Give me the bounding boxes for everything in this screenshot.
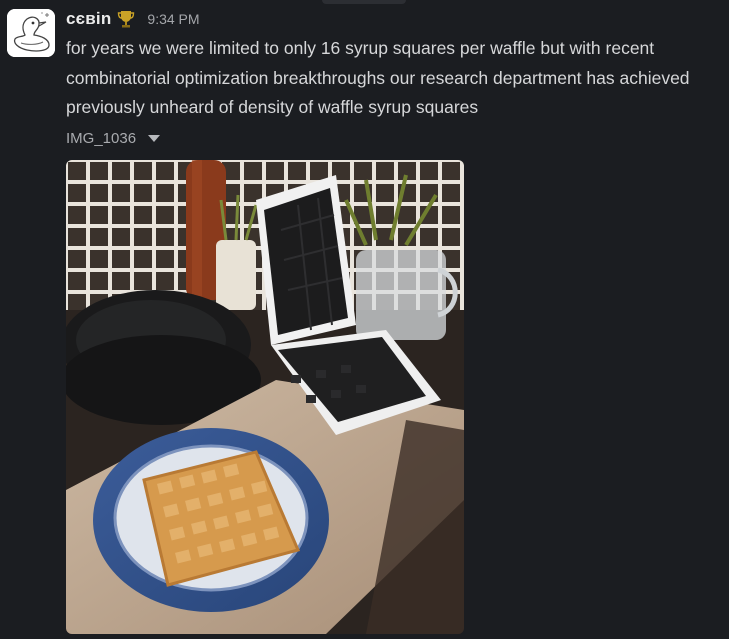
author-name[interactable]: сєвіn (66, 9, 111, 29)
trophy-icon (117, 9, 135, 29)
attachment-filename[interactable]: IMG_1036 (66, 130, 136, 147)
avatar[interactable] (7, 9, 55, 57)
attachment-header[interactable]: IMG_1036 (66, 130, 161, 147)
chat-message: сєвіn 9:34 PM for years we were limited … (0, 0, 729, 639)
message-header: сєвіn 9:34 PM (66, 8, 200, 30)
attached-photo[interactable] (66, 160, 464, 634)
message-text: for years we were limited to only 16 syr… (66, 38, 690, 117)
caret-down-icon[interactable] (148, 135, 161, 142)
message-timestamp[interactable]: 9:34 PM (147, 11, 199, 27)
waffle-photo-illustration (66, 160, 464, 634)
duck-avatar-icon (7, 9, 55, 57)
